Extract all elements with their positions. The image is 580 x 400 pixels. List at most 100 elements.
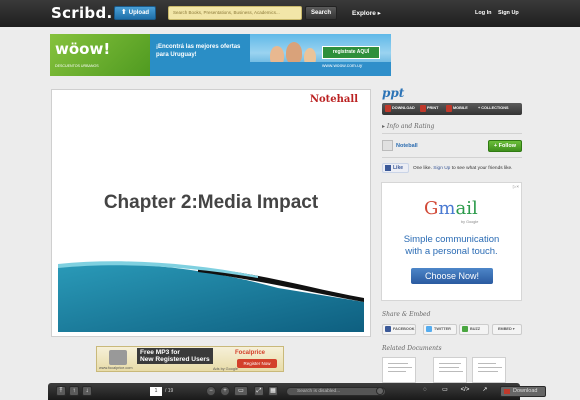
scribd-logo[interactable]: Scribd.: [51, 4, 113, 22]
comments-icon[interactable]: ◌: [420, 386, 430, 396]
focalprice-brand: Focalprice: [235, 350, 266, 356]
banner-url: www.woow.com.uy: [322, 64, 363, 69]
gmail-tagline-2: with a personal touch.: [405, 246, 498, 257]
embed-button[interactable]: EMBED ▾: [492, 324, 522, 335]
document-title: ppt: [382, 86, 405, 100]
follow-button[interactable]: + Follow: [488, 140, 522, 152]
download-icon: [504, 389, 510, 394]
page-down-icon[interactable]: ↓: [82, 386, 92, 396]
slide-title: Chapter 2:Media Impact: [103, 192, 319, 213]
banner-register-button[interactable]: registrate AQUÍ: [322, 46, 380, 59]
gmail-logo-g: G: [424, 198, 439, 219]
share-buzz-label: BUZZ: [470, 327, 481, 331]
print-action[interactable]: PRINT: [427, 106, 438, 110]
share-icon[interactable]: ↗: [480, 386, 490, 396]
mobile-action-icon: [446, 105, 452, 112]
fullscreen-icon[interactable]: ⤢: [254, 386, 264, 396]
embed-label: EMBED: [498, 327, 512, 331]
search-button[interactable]: Search: [305, 6, 337, 20]
print-action-icon: [420, 105, 426, 112]
upload-label: Upload: [128, 10, 150, 16]
collections-action[interactable]: + COLLECTIONS: [478, 106, 508, 110]
focalprice-ad[interactable]: Free MP3 for New Registered Users Focalpr…: [96, 346, 284, 372]
fb-signup-link[interactable]: Sign Up: [433, 166, 450, 171]
share-facebook-label: FACEBOOK: [393, 327, 415, 331]
follow-label: Follow: [498, 143, 517, 149]
ad-headline: Free MP3 for New Registered Users: [137, 348, 213, 364]
fb-suffix: to see what your friends like.: [451, 166, 513, 171]
facebook-like-text: One like. Sign Up to see what your frien…: [413, 166, 513, 171]
ad-headline-1: Free MP3 for: [140, 349, 180, 356]
gmail-tagline: Simple communication with a personal touc…: [382, 234, 521, 258]
woow-logo-subtitle: DESCUENTOS URBANOS: [55, 64, 99, 68]
gmail-logo-ail: ail: [455, 198, 478, 219]
related-document-thumb[interactable]: [433, 357, 467, 383]
top-navigation-bar: Scribd. ⬆ Upload Search Books, Presentati…: [0, 0, 580, 27]
download-label: Download: [513, 388, 538, 394]
related-document-thumb[interactable]: [382, 357, 416, 383]
chevron-down-icon: ▾: [511, 327, 515, 331]
music-icon: [109, 350, 127, 365]
fb-like-label: Like: [393, 165, 404, 171]
facebook-icon: [385, 165, 391, 171]
ads-by-google[interactable]: Ads by Google: [213, 367, 238, 371]
upload-arrow-icon: ⬆: [120, 9, 127, 16]
choose-now-button[interactable]: Choose Now!: [411, 268, 493, 284]
ad-register-button[interactable]: Register Now: [237, 359, 277, 368]
gmail-logo-m: m: [438, 198, 456, 219]
share-buzz-button[interactable]: BUZZ: [459, 324, 489, 335]
woow-logo-panel: wöow! DESCUENTOS URBANOS: [50, 34, 150, 76]
banner-promo-text: ¡Encontrá las mejores ofertas para Urugu…: [156, 44, 241, 58]
first-page-icon[interactable]: ⤒: [56, 386, 66, 396]
zoom-out-icon[interactable]: −: [206, 386, 216, 396]
ad-choices-icon[interactable]: ▷×: [513, 184, 519, 190]
speech-icon[interactable]: ▭: [440, 386, 450, 396]
divider: [382, 133, 522, 134]
ad-site-link[interactable]: www.focalprice.com: [99, 366, 133, 370]
share-facebook-button[interactable]: FACEBOOK: [382, 324, 416, 335]
document-search-input[interactable]: Search is disabled...: [286, 387, 386, 396]
fb-count-text: One like.: [413, 166, 432, 171]
gmail-logo: Gmail: [424, 198, 478, 219]
related-document-thumb[interactable]: [472, 357, 506, 383]
document-viewer[interactable]: Notehall Chapter 2:Media Impact: [51, 89, 371, 337]
share-embed-heading: Share & Embed: [382, 311, 431, 318]
embed-code-icon[interactable]: </>: [458, 386, 472, 396]
zoom-in-icon[interactable]: +: [220, 386, 230, 396]
uploader-link[interactable]: Noteball: [396, 143, 418, 149]
search-input[interactable]: Search Books, Presentations, Business, A…: [168, 6, 302, 20]
page-number-input[interactable]: 1: [150, 387, 162, 396]
download-button[interactable]: Download: [500, 386, 546, 397]
twitter-icon: [426, 326, 432, 332]
explore-menu[interactable]: Explore ▸: [352, 9, 381, 17]
uploader-avatar[interactable]: [382, 140, 393, 151]
divider: [382, 157, 522, 158]
facebook-icon: [385, 326, 391, 332]
download-action-icon: [385, 105, 391, 112]
facebook-like-button[interactable]: Like: [382, 163, 409, 173]
document-actions-bar: DOWNLOAD PRINT MOBILE + COLLECTIONS: [382, 103, 522, 115]
download-action[interactable]: DOWNLOAD: [392, 106, 415, 110]
page-up-icon[interactable]: ↑: [69, 386, 79, 396]
share-twitter-button[interactable]: TWITTER: [423, 324, 457, 335]
share-twitter-label: TWITTER: [434, 327, 451, 331]
grid-view-icon[interactable]: ▦: [268, 386, 278, 396]
buzz-icon: [462, 326, 468, 332]
info-rating-label: Info and Rating: [386, 123, 435, 130]
slide-wave-graphic: [58, 261, 364, 332]
view-mode-icon[interactable]: ▭: [234, 386, 248, 396]
mobile-action[interactable]: MOBILE: [453, 106, 468, 110]
page-total: / 19: [165, 388, 174, 394]
upload-button[interactable]: ⬆ Upload: [114, 6, 156, 20]
info-rating-toggle[interactable]: ▸ Info and Rating: [382, 123, 434, 130]
gmail-by-google: by Google: [461, 220, 479, 224]
login-link[interactable]: Log In: [475, 10, 492, 16]
ad-headline-2: New Registered Users: [140, 356, 210, 363]
woow-banner-ad[interactable]: wöow! DESCUENTOS URBANOS ¡Encontrá las m…: [50, 34, 391, 76]
signup-link[interactable]: Sign Up: [498, 10, 519, 16]
gmail-tagline-1: Simple communication: [403, 234, 500, 245]
woow-logo: wöow!: [55, 40, 111, 58]
viewer-toolbar: ⤒ ↑ ↓ 1 / 19 − + ▭ ⤢ ▦ Search is disable…: [48, 383, 546, 400]
gmail-ad[interactable]: ▷× Gmail by Google Simple communication w…: [381, 182, 522, 301]
document-search-icon: [376, 387, 384, 395]
